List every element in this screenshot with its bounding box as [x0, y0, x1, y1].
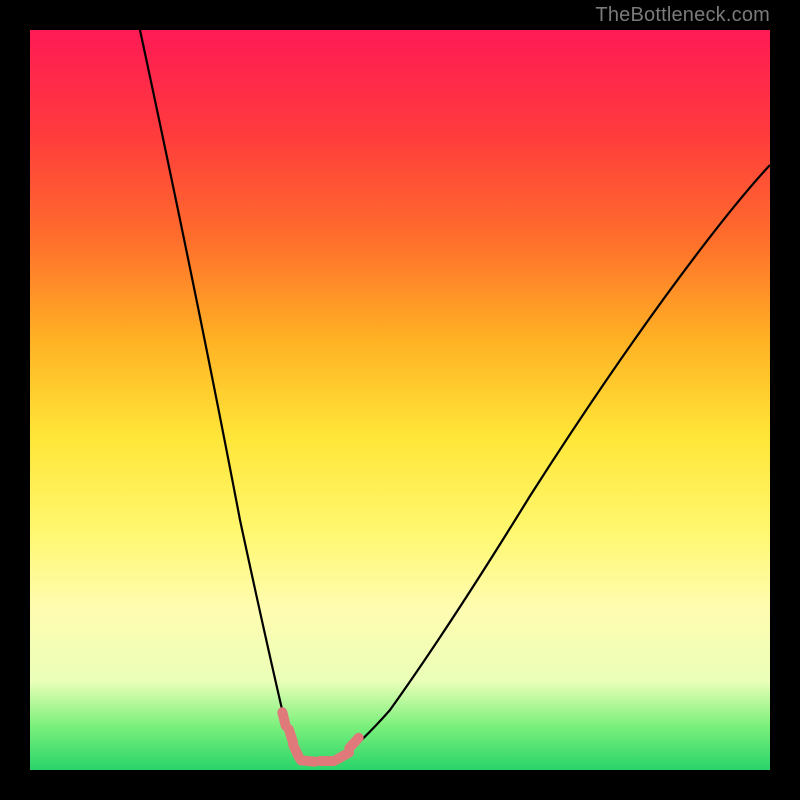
bottleneck-curve: [30, 30, 770, 770]
plot-area: [30, 30, 770, 770]
watermark-text: TheBottleneck.com: [595, 4, 770, 27]
curve-right-branch: [338, 165, 770, 760]
curve-left-branch: [140, 30, 298, 760]
chart-frame: TheBottleneck.com: [0, 0, 800, 800]
